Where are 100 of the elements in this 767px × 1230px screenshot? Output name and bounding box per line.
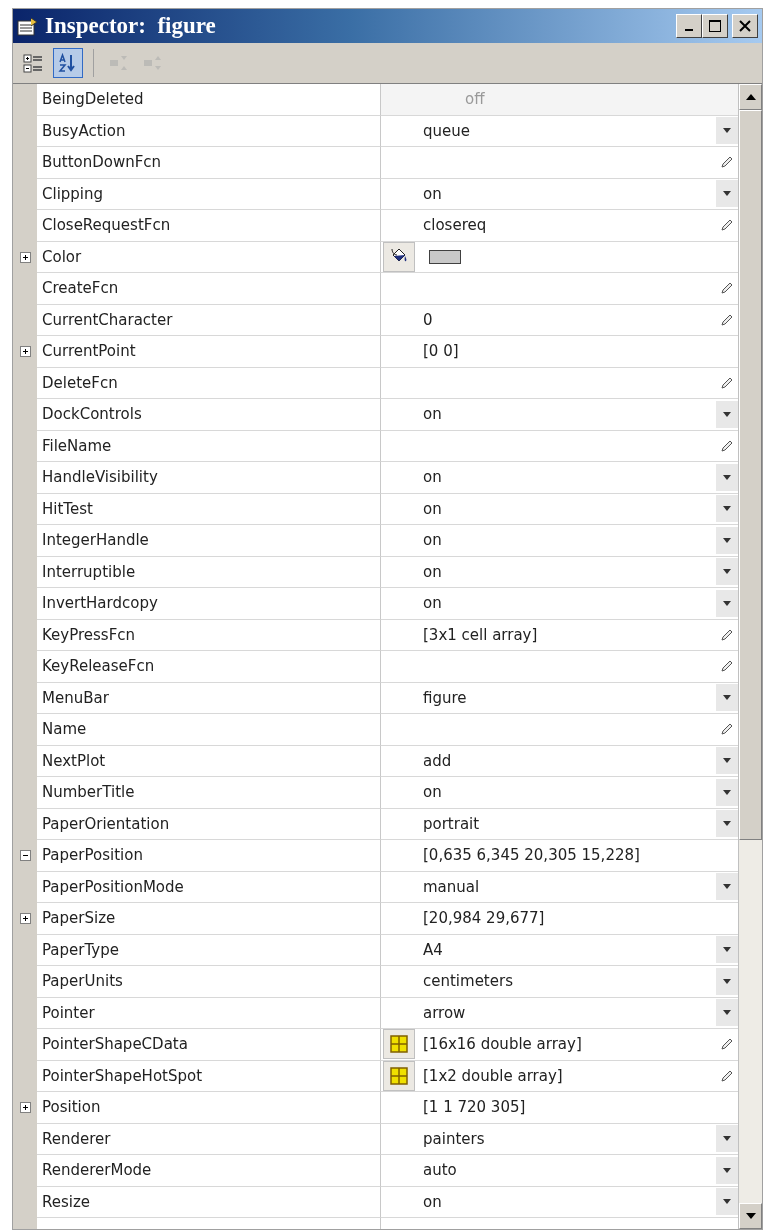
expand-icon[interactable] [19, 346, 31, 358]
property-name: CurrentPoint [37, 336, 381, 368]
property-name: BusyAction [37, 115, 381, 147]
property-value: closereq [423, 215, 488, 236]
property-value: 0 [423, 309, 434, 331]
property-name: BeingDeleted [37, 84, 381, 116]
property-name: PaperType [37, 934, 381, 966]
property-name: DockControls [37, 399, 381, 431]
dropdown-button[interactable] [716, 747, 738, 775]
property-name: Color [37, 241, 381, 273]
property-name: PaperUnits [37, 966, 381, 998]
dropdown-button[interactable] [716, 873, 738, 901]
grid-icon [390, 1035, 408, 1054]
property-value: manual [423, 876, 481, 898]
property-name: PaperSize [37, 903, 381, 935]
property-value: on [423, 593, 443, 614]
dropdown-button[interactable] [716, 180, 738, 208]
caret-icon [723, 537, 731, 543]
pencil-icon [720, 1037, 734, 1052]
dropdown-button[interactable] [716, 558, 738, 586]
dropdown-button[interactable] [716, 1125, 738, 1153]
property-value: queue [423, 120, 471, 142]
property-value: on [423, 561, 443, 583]
property-name: CloseRequestFcn [37, 210, 381, 242]
dropdown-button[interactable] [716, 1188, 738, 1216]
caret-icon [723, 1010, 731, 1016]
property-name: InvertHardcopy [37, 588, 381, 620]
pencil-icon [720, 627, 734, 642]
property-value: on [423, 1191, 443, 1213]
down-arrow-icon [745, 1213, 756, 1219]
property-value: [0 0] [423, 341, 460, 362]
close-icon [739, 20, 751, 32]
array-editor-button[interactable] [383, 1029, 415, 1060]
property-name: PaperPosition [37, 840, 381, 872]
scroll-down-button[interactable] [739, 1203, 762, 1229]
grid-icon [390, 1066, 408, 1085]
caret-icon [723, 1167, 731, 1173]
pencil-icon [720, 659, 734, 674]
pencil-icon [720, 218, 734, 233]
property-value: [3x1 cell array] [423, 624, 539, 646]
collapse-icon[interactable] [19, 850, 31, 862]
caret-icon [723, 600, 731, 606]
caret-icon [723, 474, 731, 480]
expand-icon[interactable] [19, 1102, 31, 1114]
property-name: RendererMode [37, 1155, 381, 1187]
caret-icon [723, 947, 731, 953]
caret-icon [723, 1199, 731, 1205]
property-value: [1x2 double array] [423, 1065, 564, 1087]
property-value: [1 1 720 305] [423, 1097, 527, 1118]
property-value: centimeters [423, 971, 514, 992]
dropdown-button[interactable] [716, 589, 738, 617]
caret-icon [723, 128, 731, 134]
pencil-icon [720, 1068, 734, 1083]
maximize-button[interactable] [702, 14, 728, 38]
dropdown-button[interactable] [716, 684, 738, 712]
dropdown-button[interactable] [716, 495, 738, 523]
dropdown-button[interactable] [716, 967, 738, 995]
property-value: on [423, 404, 443, 425]
property-name: HandleVisibility [37, 462, 381, 494]
caret-icon [723, 506, 731, 512]
inspector-icon [17, 16, 39, 36]
property-value: [16x16 double array] [423, 1034, 583, 1055]
caret-icon [723, 884, 731, 890]
alphabetical-view-button[interactable] [53, 48, 83, 78]
pencil-icon [720, 722, 734, 737]
caret-icon [723, 191, 731, 197]
pencil-icon [720, 281, 734, 296]
array-editor-button[interactable] [383, 1060, 415, 1091]
dropdown-button[interactable] [716, 117, 738, 145]
property-name: HitTest [37, 493, 381, 525]
property-value: on [423, 467, 443, 488]
property-name: Clipping [37, 178, 381, 210]
color-picker-button[interactable] [383, 241, 415, 272]
close-button[interactable] [732, 14, 758, 38]
property-name: PaperPositionMode [37, 871, 381, 903]
property-name: Pointer [37, 997, 381, 1029]
property-name: NumberTitle [37, 777, 381, 809]
minimize-button[interactable] [676, 14, 702, 38]
dropdown-button[interactable] [716, 778, 738, 806]
property-name: IntegerHandle [37, 525, 381, 557]
caret-icon [723, 978, 731, 984]
dropdown-button[interactable] [716, 999, 738, 1027]
property-value: portrait [423, 813, 481, 835]
dropdown-button[interactable] [716, 463, 738, 491]
scroll-up-button[interactable] [739, 84, 762, 110]
scroll-thumb[interactable] [739, 110, 762, 840]
scrollbar[interactable] [738, 84, 762, 1229]
dropdown-button[interactable] [716, 936, 738, 964]
property-name: NextPlot [37, 745, 381, 777]
caret-icon [723, 821, 731, 827]
dropdown-button[interactable] [716, 1156, 738, 1184]
dropdown-button[interactable] [716, 400, 738, 428]
property-name: PointerShapeCData [37, 1029, 381, 1061]
property-value: on [423, 530, 443, 551]
expand-icon[interactable] [19, 913, 31, 925]
expand-icon [108, 53, 130, 73]
dropdown-button[interactable] [716, 810, 738, 838]
dropdown-button[interactable] [716, 526, 738, 554]
caret-icon [723, 569, 731, 575]
expand-icon[interactable] [19, 251, 31, 263]
